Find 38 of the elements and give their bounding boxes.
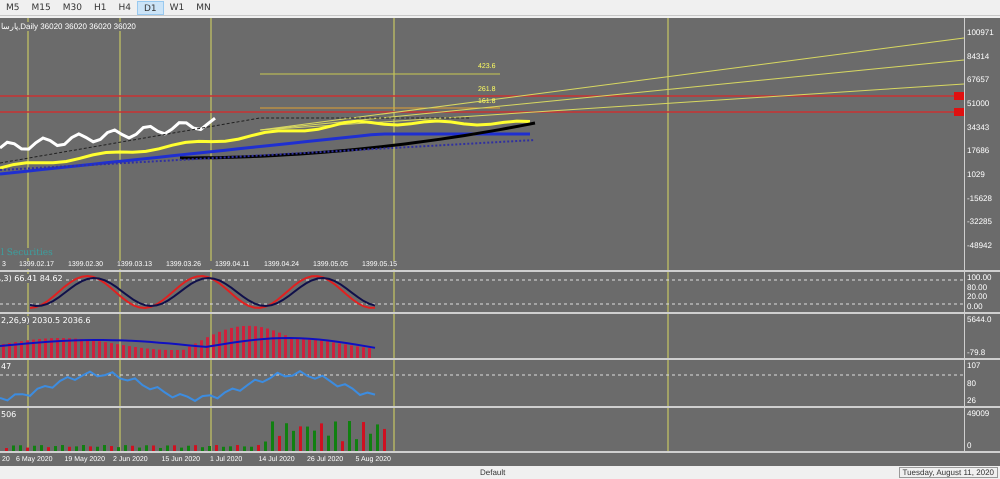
- macd-axis-label: -79.8: [966, 348, 986, 357]
- timeframe-tab[interactable]: W1: [164, 0, 190, 14]
- timeframe-tab[interactable]: H1: [88, 0, 112, 14]
- timeframe-tab[interactable]: M5: [0, 0, 26, 14]
- macd-axis-label: 5644.0: [966, 315, 992, 324]
- stochastic-axis-label: 20.00: [966, 292, 988, 302]
- oscillator-axis-label: 80: [966, 378, 976, 388]
- price-axis-label: -32285: [966, 217, 992, 226]
- price-marker: [954, 108, 964, 116]
- indicator-label: 506: [1, 410, 16, 419]
- price-axis-label: -15628: [966, 194, 992, 203]
- oscillator-axis-label: 107: [966, 361, 980, 370]
- price-axis-label: 51000: [966, 98, 990, 108]
- timeframe-tab[interactable]: D1: [136, 0, 164, 14]
- stochastic-axis-label: 100.00: [966, 273, 992, 282]
- price-axis-label: 100971: [966, 28, 994, 37]
- stochastic-axis-label: 0.00: [966, 302, 983, 311]
- price-axis-label: 17686: [966, 146, 990, 156]
- price-marker: [954, 92, 964, 100]
- profile-label: Default: [480, 468, 506, 477]
- price-axis-label: -48942: [966, 240, 992, 250]
- chart-title: پارسا,Daily 36020 36020 36020 36020: [1, 22, 136, 31]
- price-axis-label: 84314: [966, 52, 990, 61]
- volume-axis-label: 49009: [966, 409, 990, 418]
- date-display: Tuesday, August 11, 2020: [898, 467, 998, 478]
- price-axis-label: 67657: [966, 75, 990, 84]
- stochastic-axis-label: 80.00: [966, 282, 988, 292]
- volume-axis-label: 0: [966, 441, 972, 450]
- indicator-label: ,3) 66.41 84.62: [1, 274, 63, 283]
- timeframe-tab[interactable]: MN: [190, 0, 217, 14]
- indicator-label: 2,26,9) 2030.5 2036.6: [1, 316, 91, 325]
- timeframe-tab[interactable]: H4: [112, 0, 137, 14]
- indicator-label: 47: [1, 362, 12, 371]
- timeframe-tab[interactable]: M15: [26, 0, 57, 14]
- price-axis-label: 34343: [966, 122, 990, 132]
- oscillator-axis-label: 26: [966, 396, 976, 405]
- price-axis-label: 1029: [966, 170, 985, 179]
- timeframe-tab[interactable]: M30: [56, 0, 88, 14]
